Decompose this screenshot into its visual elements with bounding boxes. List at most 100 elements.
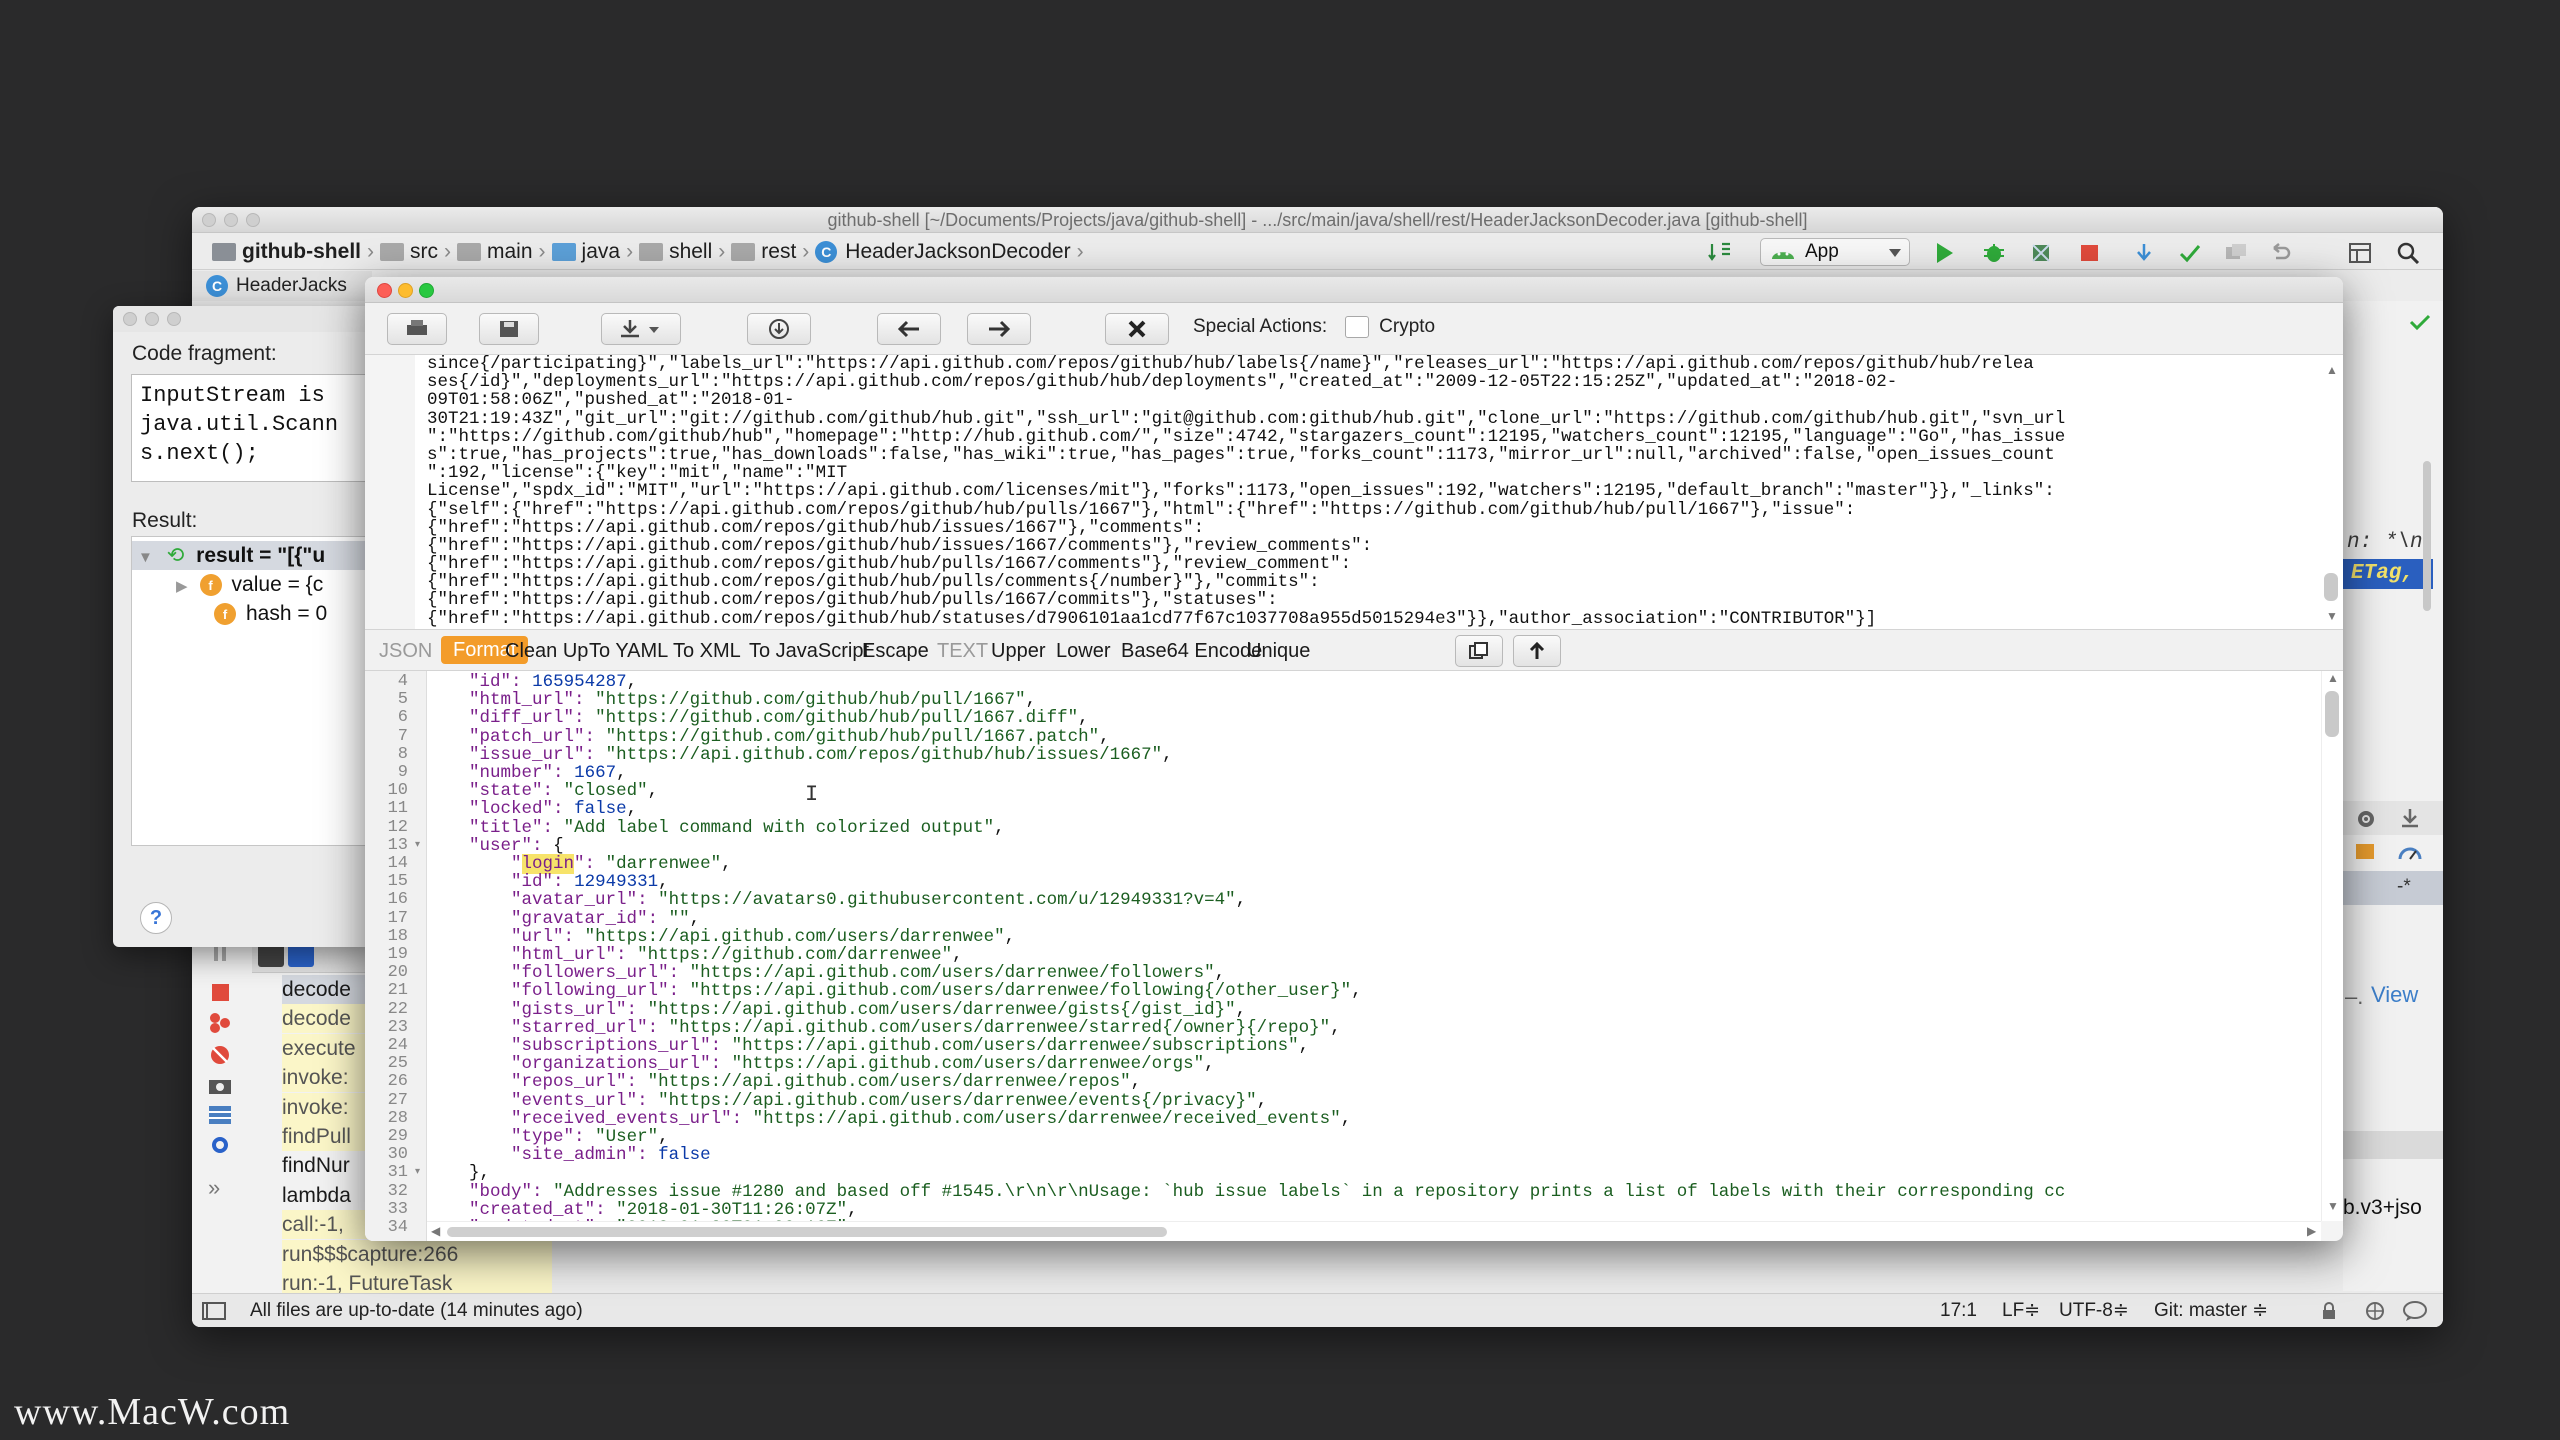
scroll-right-icon[interactable]: ▶: [2307, 1224, 2316, 1238]
copy-button[interactable]: [1455, 635, 1503, 667]
editor-scroll-thumb[interactable]: [2325, 691, 2339, 737]
ide-close-button[interactable]: [202, 213, 216, 227]
formatted-json-editor[interactable]: "id": 165954287, "html_url": "https://gi…: [427, 671, 2321, 1221]
dialog-zoom-button[interactable]: [167, 312, 181, 326]
run-configuration-select[interactable]: App: [1760, 238, 1910, 266]
format-button-base64-encode[interactable]: Base64 Encode: [1121, 630, 1262, 672]
settings-gear-icon[interactable]: [2353, 807, 2379, 831]
project-structure-icon[interactable]: [2348, 242, 2372, 264]
json-close-button[interactable]: [377, 283, 392, 298]
horizontal-scroll-thumb[interactable]: [447, 1227, 1167, 1237]
status-message[interactable]: All files are up-to-date (14 minutes ago…: [250, 1294, 583, 1327]
format-button-to-javascript[interactable]: To JavaScript: [749, 630, 869, 672]
stop-debug-icon[interactable]: [206, 981, 234, 1005]
vcs-commit-icon[interactable]: [2178, 242, 2202, 264]
code-fragment-editor[interactable]: InputStream is java.util.Scann s.next();: [131, 374, 376, 482]
stop-icon[interactable]: [2078, 242, 2102, 264]
line-number: 29: [387, 1127, 408, 1146]
format-button-to-xml[interactable]: To XML: [673, 630, 741, 672]
scroll-up-icon[interactable]: ▲: [2327, 671, 2339, 685]
scrollbar-thumb[interactable]: [2423, 461, 2431, 611]
crypto-label[interactable]: Crypto: [1379, 316, 1435, 338]
help-button[interactable]: ?: [140, 902, 172, 934]
view-link[interactable]: View: [2371, 982, 2418, 1008]
crypto-checkbox[interactable]: [1345, 316, 1370, 338]
collapse-arrow-icon[interactable]: ▼: [138, 549, 153, 566]
json-key: gravatar_id: [521, 908, 638, 929]
dialog-close-button[interactable]: [123, 312, 137, 326]
breadcrumb-java[interactable]: java: [582, 234, 621, 270]
git-branch[interactable]: Git: master ≑: [2154, 1294, 2268, 1327]
mute-breakpoints-icon[interactable]: [206, 1043, 234, 1067]
save-button[interactable]: [479, 313, 539, 345]
ide-zoom-button[interactable]: [246, 213, 260, 227]
ide-minimize-button[interactable]: [224, 213, 238, 227]
tree-row-result[interactable]: ▼ ⟲ result = "[{"u: [132, 541, 376, 570]
download-circle-button[interactable]: [747, 313, 811, 345]
debug-icon[interactable]: [1982, 242, 2006, 264]
inspector-icon[interactable]: [2364, 1300, 2386, 1322]
redo-button[interactable]: [967, 313, 1031, 345]
lock-icon[interactable]: [2320, 1302, 2338, 1320]
download-icon[interactable]: [2399, 807, 2421, 829]
build-icon[interactable]: [1708, 242, 1732, 264]
breadcrumb-shell[interactable]: shell: [669, 234, 712, 270]
fold-marker-icon[interactable]: ▾: [415, 1166, 420, 1177]
view-breakpoints-icon[interactable]: [206, 1011, 234, 1035]
breadcrumb-project[interactable]: github-shell: [242, 234, 361, 270]
run-icon[interactable]: [1932, 242, 1956, 264]
selected-row[interactable]: [2343, 871, 2443, 905]
json-value: "https://api.github.com/users/darrenwee/…: [647, 1072, 1131, 1093]
editor-vertical-scrollbar[interactable]: ▲ ▼: [2321, 671, 2343, 1221]
print-button[interactable]: [387, 313, 447, 345]
format-button-to-yaml[interactable]: To YAML: [589, 630, 668, 672]
json-value: "https://api.github.com/users/darrenwee/…: [647, 999, 1236, 1020]
breadcrumb-class[interactable]: HeaderJacksonDecoder: [845, 234, 1070, 270]
clear-button[interactable]: [1105, 313, 1169, 345]
scroll-down-icon[interactable]: ▼: [2326, 609, 2338, 623]
format-button-upper[interactable]: Upper: [991, 630, 1045, 672]
format-button-unique[interactable]: Unique: [1247, 630, 1310, 672]
search-icon[interactable]: [2396, 242, 2420, 264]
dialog-minimize-button[interactable]: [145, 312, 159, 326]
breadcrumb-main[interactable]: main: [487, 234, 533, 270]
export-menu-button[interactable]: [601, 313, 681, 345]
more-icon[interactable]: »: [208, 1175, 220, 1201]
file-encoding[interactable]: UTF-8≑: [2059, 1294, 2129, 1327]
line-separator[interactable]: LF≑: [2002, 1294, 2040, 1327]
fold-marker-icon[interactable]: ▾: [415, 839, 420, 850]
vcs-history-icon[interactable]: [2224, 242, 2248, 264]
json-zoom-button[interactable]: [419, 283, 434, 298]
memory-view-icon[interactable]: [2353, 841, 2379, 863]
vcs-update-icon[interactable]: [2132, 242, 2156, 264]
revert-icon[interactable]: [2268, 242, 2292, 264]
raw-scrollbar[interactable]: ▲ ▼: [2321, 355, 2343, 629]
tree-row-value[interactable]: ▶ f value = {c: [176, 570, 323, 599]
scroll-down-icon[interactable]: ▼: [2327, 1199, 2339, 1213]
event-log-icon[interactable]: [2402, 1300, 2428, 1322]
raw-json-input[interactable]: since{/participating}","labels_url":"htt…: [415, 355, 2321, 629]
json-minimize-button[interactable]: [398, 283, 413, 298]
overhead-icon[interactable]: [2397, 841, 2423, 863]
expand-arrow-icon[interactable]: ▶: [176, 578, 188, 595]
coverage-icon[interactable]: [2030, 242, 2054, 264]
caret-position[interactable]: 17:1: [1940, 1294, 1977, 1327]
undo-button[interactable]: [877, 313, 941, 345]
raw-scroll-thumb[interactable]: [2324, 573, 2338, 601]
breadcrumb-src[interactable]: src: [410, 234, 438, 270]
scroll-up-icon[interactable]: ▲: [2326, 363, 2338, 377]
camera-icon[interactable]: [206, 1073, 234, 1097]
move-up-button[interactable]: [1513, 635, 1561, 667]
format-button-lower[interactable]: Lower: [1056, 630, 1110, 672]
format-button-clean-up[interactable]: Clean Up: [505, 630, 588, 672]
toggle-tool-windows-icon[interactable]: [202, 1302, 226, 1320]
scroll-left-icon[interactable]: ◀: [431, 1224, 440, 1238]
stack-frame[interactable]: run$$$capture:266: [282, 1239, 552, 1269]
editor-horizontal-scrollbar[interactable]: ◀ ▶: [427, 1221, 2321, 1241]
tree-row-hash[interactable]: f hash = 0: [214, 599, 327, 628]
restore-layout-icon[interactable]: [206, 1103, 234, 1127]
settings-gear-icon[interactable]: [206, 1133, 234, 1157]
format-button-escape[interactable]: Escape: [862, 630, 929, 672]
editor-tab[interactable]: C HeaderJacks: [192, 271, 372, 301]
breadcrumb-rest[interactable]: rest: [761, 234, 796, 270]
